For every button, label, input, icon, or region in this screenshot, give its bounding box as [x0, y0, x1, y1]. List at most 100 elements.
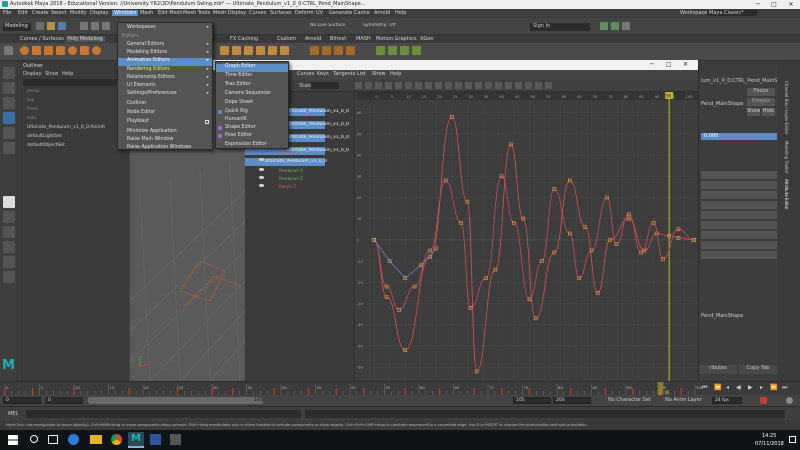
shelf-tab-poly-modeling[interactable]: Poly Modeling	[66, 36, 105, 42]
windows-menu-workspaces[interactable]: Workspaces	[127, 25, 156, 30]
uv-auto-icon[interactable]	[400, 46, 409, 55]
maya-taskbar-icon[interactable]: M	[128, 432, 144, 448]
uv-cut-icon[interactable]	[412, 46, 421, 55]
task-view-icon[interactable]	[48, 435, 58, 444]
menu-cache[interactable]: Cache	[354, 10, 370, 16]
menu-curves[interactable]: Curves	[249, 10, 266, 16]
ge-eye-icon[interactable]	[259, 176, 264, 179]
menu-windows[interactable]: Windows	[112, 10, 139, 16]
ge-eye-icon[interactable]	[259, 184, 264, 187]
play-forward-icon[interactable]: ▶	[748, 384, 753, 391]
mode-select[interactable]: Modeling	[3, 23, 31, 31]
outliner-menu-show[interactable]: Show	[45, 71, 59, 77]
step-forward-icon[interactable]: ▸	[760, 384, 763, 391]
ge-menu-keys[interactable]: Keys	[317, 71, 329, 77]
smooth-icon[interactable]	[346, 46, 355, 55]
playback-start-field[interactable]: 0	[45, 397, 83, 404]
bridge-icon[interactable]	[256, 46, 265, 55]
poly-cone-icon[interactable]	[56, 46, 65, 55]
edge-icon[interactable]	[68, 434, 79, 445]
ge-stats-field[interactable]	[311, 82, 339, 89]
separate-icon[interactable]	[232, 46, 241, 55]
step-forward-key-icon[interactable]: ⏩	[770, 384, 777, 391]
move-tool-icon[interactable]	[3, 112, 15, 124]
windows-menu-node-editor[interactable]: Node Editor	[127, 110, 155, 115]
select-tool-icon[interactable]	[3, 67, 15, 79]
outliner-item-pendulum[interactable]: Ultimate_Pendulum_v1_0_0:AnimR	[27, 125, 105, 130]
presets-button[interactable]: Presets	[747, 98, 775, 106]
windows-menu-raise-main[interactable]: Raise Main Window	[127, 137, 173, 142]
command-input[interactable]	[26, 410, 301, 418]
time-slider[interactable]: 0 5 10 15 20 25 30 35 40 45 50 55 60 65 70 75 80 85 90 95 10…	[0, 381, 800, 396]
play-backward-icon[interactable]: ◀	[736, 384, 741, 391]
ge-menu-curves[interactable]: Curves	[297, 71, 314, 77]
character-set-select[interactable]: No Character Set	[608, 397, 651, 403]
shelf-tab-arnold[interactable]: Arnold	[305, 36, 321, 42]
go-to-end-icon[interactable]: ⏭	[782, 384, 787, 392]
layout-four-icon[interactable]	[3, 211, 15, 223]
windows-menu-settings-preferences[interactable]: Settings/Preferences	[127, 91, 177, 96]
shelf-tab-fx-caching[interactable]: FX Caching	[230, 36, 258, 42]
menu-mesh-tools[interactable]: Mesh Tools	[183, 10, 210, 16]
ge-channel-rotate-z[interactable]: Rotate Z	[279, 184, 296, 189]
menu-mesh-display[interactable]: Mesh Display	[213, 10, 246, 16]
show-button[interactable]: Show	[747, 108, 760, 116]
menu-modify[interactable]: Modify	[70, 10, 87, 16]
mirror-icon[interactable]	[334, 46, 343, 55]
sign-in-button[interactable]: Sign In	[530, 23, 590, 31]
ge-eye-icon[interactable]	[259, 168, 264, 171]
shelf-settings-icon[interactable]	[4, 46, 13, 55]
layout-outliner-icon[interactable]	[3, 256, 15, 268]
shelf-tab-custom[interactable]: Custom	[277, 36, 296, 42]
outliner-menu-display[interactable]: Display	[23, 71, 41, 77]
menu-surfaces[interactable]: Surfaces	[270, 10, 292, 16]
bevel-icon[interactable]	[268, 46, 277, 55]
windows-menu-rendering-editors[interactable]: Rendering Editors	[127, 67, 170, 72]
ge-tangent-icons[interactable]	[355, 82, 555, 89]
target-weld-icon[interactable]	[322, 46, 331, 55]
shelf-tab-curves-surfaces[interactable]: Curves / Surfaces	[20, 36, 64, 42]
outliner-item-persp[interactable]: persp	[27, 89, 40, 94]
windows-menu-raise-app[interactable]: Raise Application Windows	[127, 145, 191, 150]
poly-torus-icon[interactable]	[68, 46, 77, 55]
ge-outliner-row-selected[interactable]: Ultimate_Pendulum_v1_0_0	[245, 158, 327, 166]
ge-close-button[interactable]: ✕	[683, 61, 688, 68]
paint-tool-icon[interactable]	[3, 97, 15, 109]
poly-cylinder-icon[interactable]	[44, 46, 53, 55]
uv-editor-icon[interactable]	[376, 46, 385, 55]
menu-arnold[interactable]: Arnold	[374, 10, 390, 16]
end-time-field[interactable]: 200	[553, 397, 591, 404]
taskbar-time[interactable]: 14:25	[762, 433, 776, 439]
multi-cut-icon[interactable]	[310, 46, 319, 55]
ge-eye-icon[interactable]	[259, 158, 264, 161]
render-icon[interactable]	[600, 22, 608, 30]
windows-menu-modeling-editors[interactable]: Modeling Editors	[127, 50, 167, 55]
auto-key-icon[interactable]	[760, 397, 767, 404]
windows-menu-general-editors[interactable]: General Editors	[127, 42, 164, 47]
ge-menu-tangents[interactable]: Tangents	[333, 71, 355, 77]
windows-menu-ui-elements[interactable]: UI Elements	[127, 83, 156, 88]
notification-icon[interactable]	[789, 436, 796, 443]
anim-menu-dope-sheet[interactable]: Dope Sheet	[225, 100, 253, 105]
menu-uv[interactable]: UV	[316, 10, 323, 16]
scale-tool-icon[interactable]	[3, 142, 15, 154]
shelf-tab-mash[interactable]: MASH	[356, 36, 371, 42]
start-icon[interactable]	[8, 435, 18, 445]
focus-button[interactable]: Focus	[747, 88, 775, 96]
settings-icon[interactable]	[786, 397, 793, 404]
menu-file[interactable]: File	[3, 10, 11, 16]
fps-select[interactable]: 24 fps	[712, 397, 742, 404]
outliner-menu-help[interactable]: Help	[62, 71, 73, 77]
tab-channel-box[interactable]: Channel Box / Layer Editor	[784, 81, 789, 134]
layout-side-icon[interactable]	[3, 226, 15, 238]
outliner-item-light-set[interactable]: defaultLightSet	[27, 134, 61, 139]
fill-hole-icon[interactable]	[280, 46, 289, 55]
outliner-item-side[interactable]: side	[27, 116, 36, 121]
extrude-icon[interactable]	[244, 46, 253, 55]
uv-planar-icon[interactable]	[388, 46, 397, 55]
poly-cube-icon[interactable]	[32, 46, 41, 55]
range-bar[interactable]	[88, 397, 263, 404]
anim-menu-camera-sequencer[interactable]: Camera Sequencer	[225, 91, 271, 96]
open-scene-icon[interactable]	[47, 22, 55, 30]
outliner-item-object-set[interactable]: defaultObjectSet	[27, 143, 65, 148]
